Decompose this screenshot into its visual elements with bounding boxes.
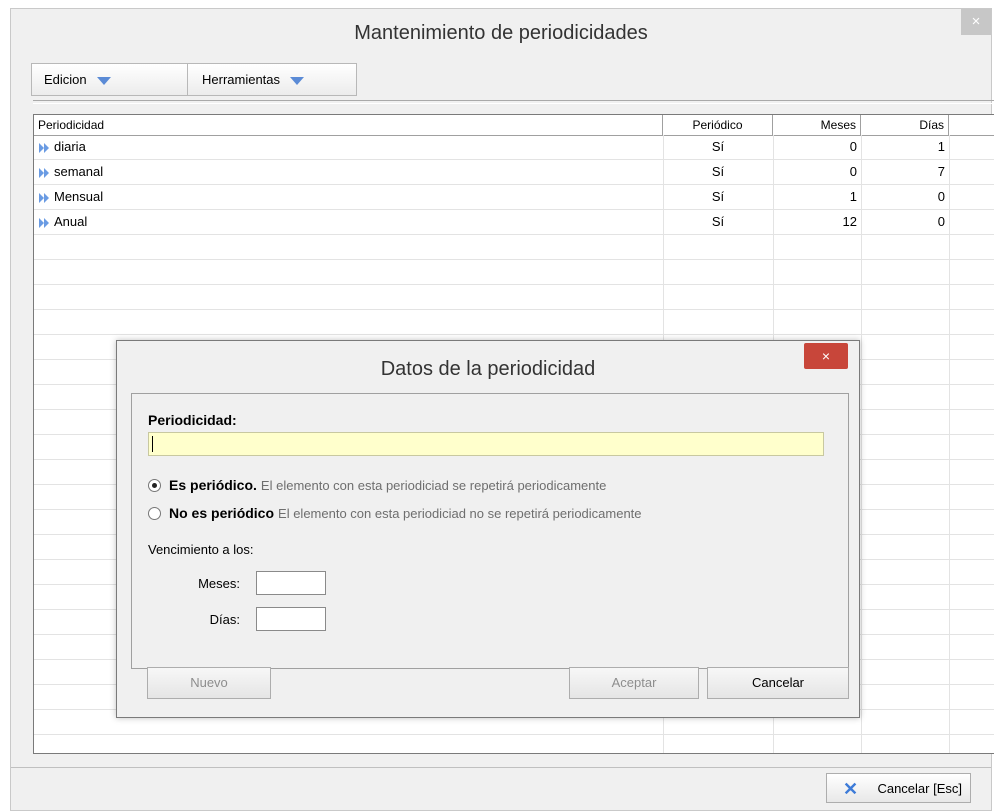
double-chevron-right-icon	[39, 217, 49, 228]
row-meses-cell: 1	[849, 189, 857, 204]
column-header-meses[interactable]: Meses	[773, 115, 861, 135]
row-periodico-cell: Sí	[711, 164, 725, 179]
row-periodicidad-cell: semanal	[34, 160, 663, 184]
chevron-down-icon	[290, 76, 305, 85]
meses-label: Meses:	[198, 576, 240, 591]
empty-row[interactable]	[34, 310, 994, 335]
radio-es-periodico-label: Es periódico.	[169, 477, 257, 493]
table-row[interactable]: Mensual Sí 1 0	[34, 185, 994, 210]
herramientas-menu-button[interactable]: Herramientas	[202, 64, 305, 95]
empty-row[interactable]	[34, 285, 994, 310]
close-icon: ✕	[843, 779, 859, 799]
table-row[interactable]: Anual Sí 12 0	[34, 210, 994, 235]
row-periodico-cell: Sí	[711, 139, 725, 154]
row-periodicidad-text: Mensual	[54, 189, 104, 204]
cancel-esc-button[interactable]: ✕ Cancelar [Esc]	[826, 773, 971, 803]
empty-row[interactable]	[34, 735, 994, 753]
column-header-periodico[interactable]: Periódico	[663, 115, 773, 135]
dias-input[interactable]	[256, 607, 326, 631]
table-row[interactable]: diaria Sí 0 1	[34, 135, 994, 160]
radio-es-periodico[interactable]: Es periódico. El elemento con esta period…	[148, 474, 606, 496]
table-row[interactable]: semanal Sí 0 7	[34, 160, 994, 185]
cancelar-button[interactable]: Cancelar	[707, 667, 849, 699]
row-periodico-cell: Sí	[711, 214, 725, 229]
text-caret	[152, 436, 153, 452]
radio-unselected-icon[interactable]	[148, 506, 161, 520]
dias-label: Días:	[209, 612, 240, 627]
periodicidad-label: Periodicidad:	[148, 412, 237, 428]
radio-no-periodico-label: No es periódico	[169, 505, 275, 521]
dialog-form-panel: Periodicidad: Es periódico. El elemento c…	[131, 393, 849, 669]
edicion-label: Edicion	[44, 72, 87, 87]
row-meses-cell: 12	[842, 214, 857, 229]
row-periodicidad-cell: Mensual	[34, 185, 663, 209]
window-title: Mantenimiento de periodicidades	[354, 22, 648, 44]
toolbar-separator	[187, 64, 188, 95]
row-periodicidad-text: Anual	[54, 214, 88, 229]
column-header-dias[interactable]: Días	[861, 115, 949, 135]
vencimiento-label: Vencimiento a los:	[148, 542, 254, 557]
periodicity-dialog: Datos de la periodicidad × Periodicidad:…	[116, 340, 860, 718]
radio-es-periodico-hint: El elemento con esta periodiciad se repe…	[260, 478, 607, 493]
radio-no-periodico[interactable]: No es periódico El elemento con esta peri…	[148, 502, 642, 524]
nuevo-button[interactable]: Nuevo	[147, 667, 271, 699]
nuevo-label: Nuevo	[190, 675, 228, 690]
dialog-close-button[interactable]: ×	[804, 343, 848, 369]
row-periodicidad-text: semanal	[54, 164, 104, 179]
grid-header: Periodicidad Periódico Meses Días	[34, 115, 994, 136]
empty-row[interactable]	[34, 260, 994, 285]
double-chevron-right-icon	[39, 167, 49, 178]
row-meses-cell: 0	[849, 139, 857, 154]
row-dias-cell: 1	[937, 139, 945, 154]
toolbar: Edicion Herramientas	[31, 63, 357, 96]
meses-input[interactable]	[256, 571, 326, 595]
row-periodicidad-text: diaria	[54, 139, 86, 154]
row-periodicidad-cell: diaria	[34, 135, 663, 159]
dialog-title: Datos de la periodicidad	[380, 358, 596, 380]
row-dias-cell: 7	[937, 164, 945, 179]
row-periodicidad-cell: Anual	[34, 210, 663, 234]
chevron-down-icon	[96, 76, 111, 85]
aceptar-label: Aceptar	[611, 675, 657, 690]
toolbar-divider	[33, 100, 994, 104]
row-meses-cell: 0	[849, 164, 857, 179]
edicion-menu-button[interactable]: Edicion	[44, 64, 111, 95]
radio-selected-icon[interactable]	[148, 478, 161, 492]
footer-divider	[11, 767, 991, 768]
column-header-periodicidad[interactable]: Periodicidad	[34, 115, 663, 135]
double-chevron-right-icon	[39, 142, 49, 153]
row-periodico-cell: Sí	[711, 189, 725, 204]
aceptar-button[interactable]: Aceptar	[569, 667, 699, 699]
double-chevron-right-icon	[39, 192, 49, 203]
empty-row[interactable]	[34, 235, 994, 260]
row-dias-cell: 0	[937, 189, 945, 204]
row-dias-cell: 0	[937, 214, 945, 229]
window-close-button[interactable]: ×	[961, 9, 991, 35]
herramientas-label: Herramientas	[202, 72, 281, 87]
radio-no-periodico-hint: El elemento con esta periodiciad no se r…	[278, 506, 642, 521]
cancel-esc-label: Cancelar [Esc]	[877, 781, 962, 796]
periodicidad-input[interactable]	[148, 432, 824, 456]
cancelar-label: Cancelar	[751, 675, 805, 690]
